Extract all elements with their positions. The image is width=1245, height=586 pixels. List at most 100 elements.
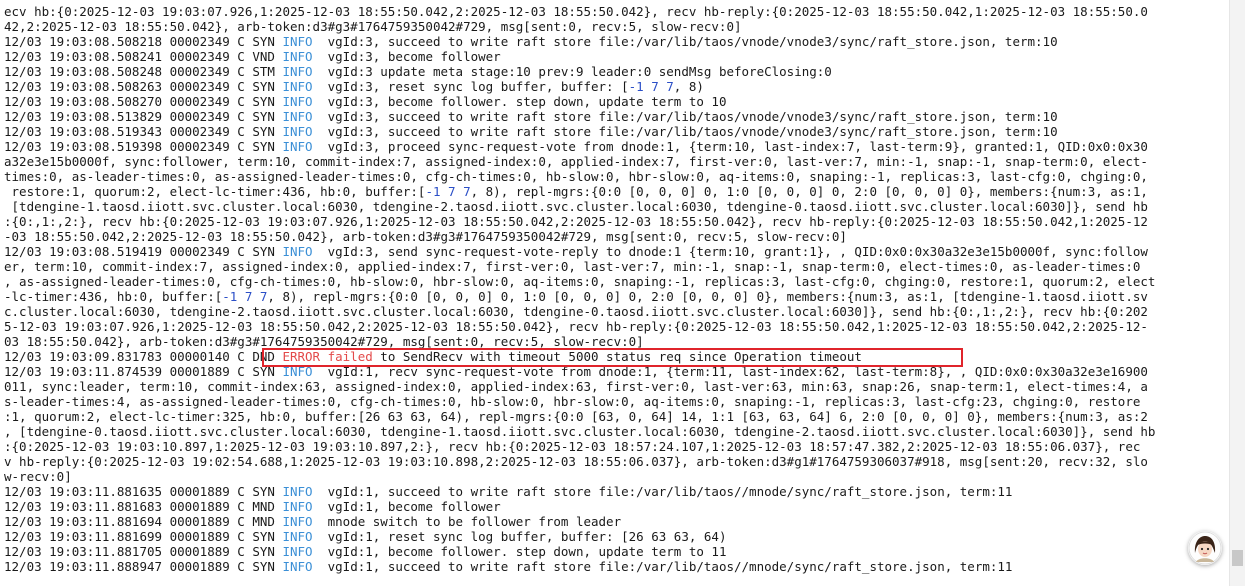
log-text: 12/03 19:03:08.508263 00002349 C SYN — [4, 79, 283, 94]
log-text: vgId:1, become follower. step down, upda… — [312, 544, 727, 559]
log-line: , [tdengine-0.taosd.iiott.svc.cluster.lo… — [4, 424, 1155, 439]
log-level-info: INFO — [282, 34, 313, 49]
log-line: 12/03 19:03:11.881705 00001889 C SYN INF… — [4, 544, 726, 559]
scrollbar-thumb[interactable] — [1232, 550, 1243, 566]
log-text: -lc-timer:436, hb:0, buffer:[ — [4, 289, 223, 304]
log-line: 12/03 19:03:08.508218 00002349 C SYN INF… — [4, 34, 1058, 49]
log-line: :{0:2025-12-03 19:03:10.897,1:2025-12-03… — [4, 439, 1140, 454]
log-line: ecv hb:{0:2025-12-03 19:03:07.926,1:2025… — [4, 4, 1148, 19]
log-line: a32e3e15b0000f, sync:follower, term:10, … — [4, 154, 1148, 169]
log-text: s-leader-times:4, as-assigned-leader-tim… — [4, 394, 1141, 409]
log-text: 12/03 19:03:11.881699 00001889 C SYN — [4, 529, 283, 544]
log-line: times:0, as-leader-times:0, as-assigned-… — [4, 169, 1148, 184]
log-text: vgId:3, succeed to write raft store file… — [312, 109, 1058, 124]
log-level-info: INFO — [282, 499, 313, 514]
log-line: [tdengine-1.taosd.iiott.svc.cluster.loca… — [4, 199, 1148, 214]
log-text: ecv hb:{0:2025-12-03 19:03:07.926,1:2025… — [4, 4, 1148, 19]
log-level-info: INFO — [282, 544, 313, 559]
log-line: 5-12-03 19:03:07.926,1:2025-12-03 18:55:… — [4, 319, 1148, 334]
log-number: -1 7 7 — [425, 184, 471, 199]
log-text: times:0, as-leader-times:0, as-assigned-… — [4, 169, 1148, 184]
log-level-info: INFO — [282, 139, 313, 154]
vertical-scrollbar[interactable] — [1229, 0, 1245, 586]
log-text: vgId:3 update meta stage:10 prev:9 leade… — [312, 64, 832, 79]
log-level-info: INFO — [282, 94, 313, 109]
log-text: 12/03 19:03:11.881683 00001889 C MND — [4, 499, 283, 514]
log-line: s-leader-times:4, as-assigned-leader-tim… — [4, 394, 1140, 409]
log-line: restore:1, quorum:2, elect-lc-timer:436,… — [4, 184, 1148, 199]
log-text: :1, quorum:2, elect-lc-timer:325, hb:0, … — [4, 409, 1148, 424]
log-text: 12/03 19:03:08.513829 00002349 C SYN — [4, 109, 283, 124]
log-text: restore:1, quorum:2, elect-lc-timer:436,… — [4, 184, 426, 199]
log-level-info: INFO — [282, 109, 313, 124]
log-text: 12/03 19:03:08.519419 00002349 C SYN — [4, 244, 283, 259]
log-text: vgId:3, succeed to write raft store file… — [312, 124, 1058, 139]
log-line: 12/03 19:03:08.519398 00002349 C SYN INF… — [4, 139, 1148, 154]
log-text: :{0:2025-12-03 19:03:10.897,1:2025-12-03… — [4, 439, 1141, 454]
log-line: 12/03 19:03:08.508270 00002349 C SYN INF… — [4, 94, 726, 109]
log-text: c.cluster.local:6030, tdengine-2.taosd.i… — [4, 304, 1148, 319]
log-level-info: INFO — [282, 484, 313, 499]
error-highlight-box — [262, 348, 963, 367]
log-text: , as-assigned-leader-times:0, cfg-ch-tim… — [4, 274, 1156, 289]
log-text: , 8), repl-mgrs:{0:0 [0, 0, 0] 0, 1:0 [0… — [470, 184, 1148, 199]
log-text: 5-12-03 19:03:07.926,1:2025-12-03 18:55:… — [4, 319, 1148, 334]
log-text: vgId:3, send sync-request-vote-reply to … — [312, 244, 1148, 259]
log-level-info: INFO — [282, 79, 313, 94]
log-text: :{0:,1:,2:}, recv hb:{0:2025-12-03 19:03… — [4, 214, 1148, 229]
log-text: vgId:3, become follower. step down, upda… — [312, 94, 727, 109]
log-number: -1 7 7 — [628, 79, 674, 94]
log-text: [tdengine-1.taosd.iiott.svc.cluster.loca… — [4, 199, 1148, 214]
log-line: 12/03 19:03:08.508263 00002349 C SYN INF… — [4, 79, 704, 94]
terminal-output[interactable]: ecv hb:{0:2025-12-03 19:03:07.926,1:2025… — [0, 0, 1229, 586]
log-text: vgId:3, proceed sync-request-vote from d… — [312, 139, 1148, 154]
log-line: -lc-timer:436, hb:0, buffer:[-1 7 7, 8),… — [4, 289, 1148, 304]
log-level-info: INFO — [282, 124, 313, 139]
log-line: -03 18:55:50.042,2:2025-12-03 18:55:50.0… — [4, 229, 847, 244]
log-text: vgId:3, become follower — [312, 49, 501, 64]
log-number: -1 7 7 — [222, 289, 268, 304]
log-line: 12/03 19:03:11.881683 00001889 C MND INF… — [4, 499, 501, 514]
assistant-avatar-button[interactable] — [1188, 531, 1222, 565]
log-text: 12/03 19:03:08.519343 00002349 C SYN — [4, 124, 283, 139]
log-line: w-recv:0] — [4, 469, 72, 484]
log-text: , 8) — [673, 79, 704, 94]
log-text: mnode switch to be follower from leader — [312, 514, 622, 529]
log-level-info: INFO — [282, 559, 313, 574]
log-text: 011, sync:leader, term:10, commit-index:… — [4, 379, 1148, 394]
log-text: er, term:10, commit-index:7, assigned-in… — [4, 259, 1141, 274]
log-text: 42,2:2025-12-03 18:55:50.042}, arb-token… — [4, 19, 742, 34]
log-level-info: INFO — [282, 64, 313, 79]
log-level-info: INFO — [282, 514, 313, 529]
log-text: 12/03 19:03:11.881705 00001889 C SYN — [4, 544, 283, 559]
log-line: 12/03 19:03:08.508241 00002349 C VND INF… — [4, 49, 501, 64]
log-line: 011, sync:leader, term:10, commit-index:… — [4, 379, 1148, 394]
log-line: 12/03 19:03:08.519419 00002349 C SYN INF… — [4, 244, 1148, 259]
log-text: -03 18:55:50.042,2:2025-12-03 18:55:50.0… — [4, 229, 847, 244]
log-text: a32e3e15b0000f, sync:follower, term:10, … — [4, 154, 1148, 169]
log-level-info: INFO — [282, 529, 313, 544]
log-line: v hb-reply:{0:2025-12-03 19:02:54.688,1:… — [4, 454, 1148, 469]
log-text: 12/03 19:03:08.508218 00002349 C SYN — [4, 34, 283, 49]
log-text: 12/03 19:03:08.519398 00002349 C SYN — [4, 139, 283, 154]
log-text: 12/03 19:03:11.888947 00001889 C SYN — [4, 559, 283, 574]
log-text: w-recv:0] — [4, 469, 72, 484]
log-text: , [tdengine-0.taosd.iiott.svc.cluster.lo… — [4, 424, 1156, 439]
log-line: 12/03 19:03:08.508248 00002349 C STM INF… — [4, 64, 832, 79]
log-text: 12/03 19:03:09.831783 00000140 C DND — [4, 349, 283, 364]
log-text: vgId:1, succeed to write raft store file… — [312, 559, 1013, 574]
log-line: 42,2:2025-12-03 18:55:50.042}, arb-token… — [4, 19, 742, 34]
log-text: 12/03 19:03:11.874539 00001889 C SYN — [4, 364, 283, 379]
log-text: 12/03 19:03:08.508248 00002349 C STM — [4, 64, 283, 79]
log-line: c.cluster.local:6030, tdengine-2.taosd.i… — [4, 304, 1148, 319]
log-level-info: INFO — [282, 49, 313, 64]
log-line: 03 18:55:50.042}, arb-token:d3#g3#176475… — [4, 334, 644, 349]
log-line: er, term:10, commit-index:7, assigned-in… — [4, 259, 1140, 274]
log-text: vgId:3, reset sync log buffer, buffer: [ — [312, 79, 629, 94]
log-text: 12/03 19:03:08.508241 00002349 C VND — [4, 49, 283, 64]
log-line: 12/03 19:03:11.881699 00001889 C SYN INF… — [4, 529, 726, 544]
avatar-icon — [1188, 531, 1222, 565]
log-line: 12/03 19:03:08.519343 00002349 C SYN INF… — [4, 124, 1058, 139]
log-text: 12/03 19:03:11.881694 00001889 C MND — [4, 514, 283, 529]
log-line: :1, quorum:2, elect-lc-timer:325, hb:0, … — [4, 409, 1148, 424]
